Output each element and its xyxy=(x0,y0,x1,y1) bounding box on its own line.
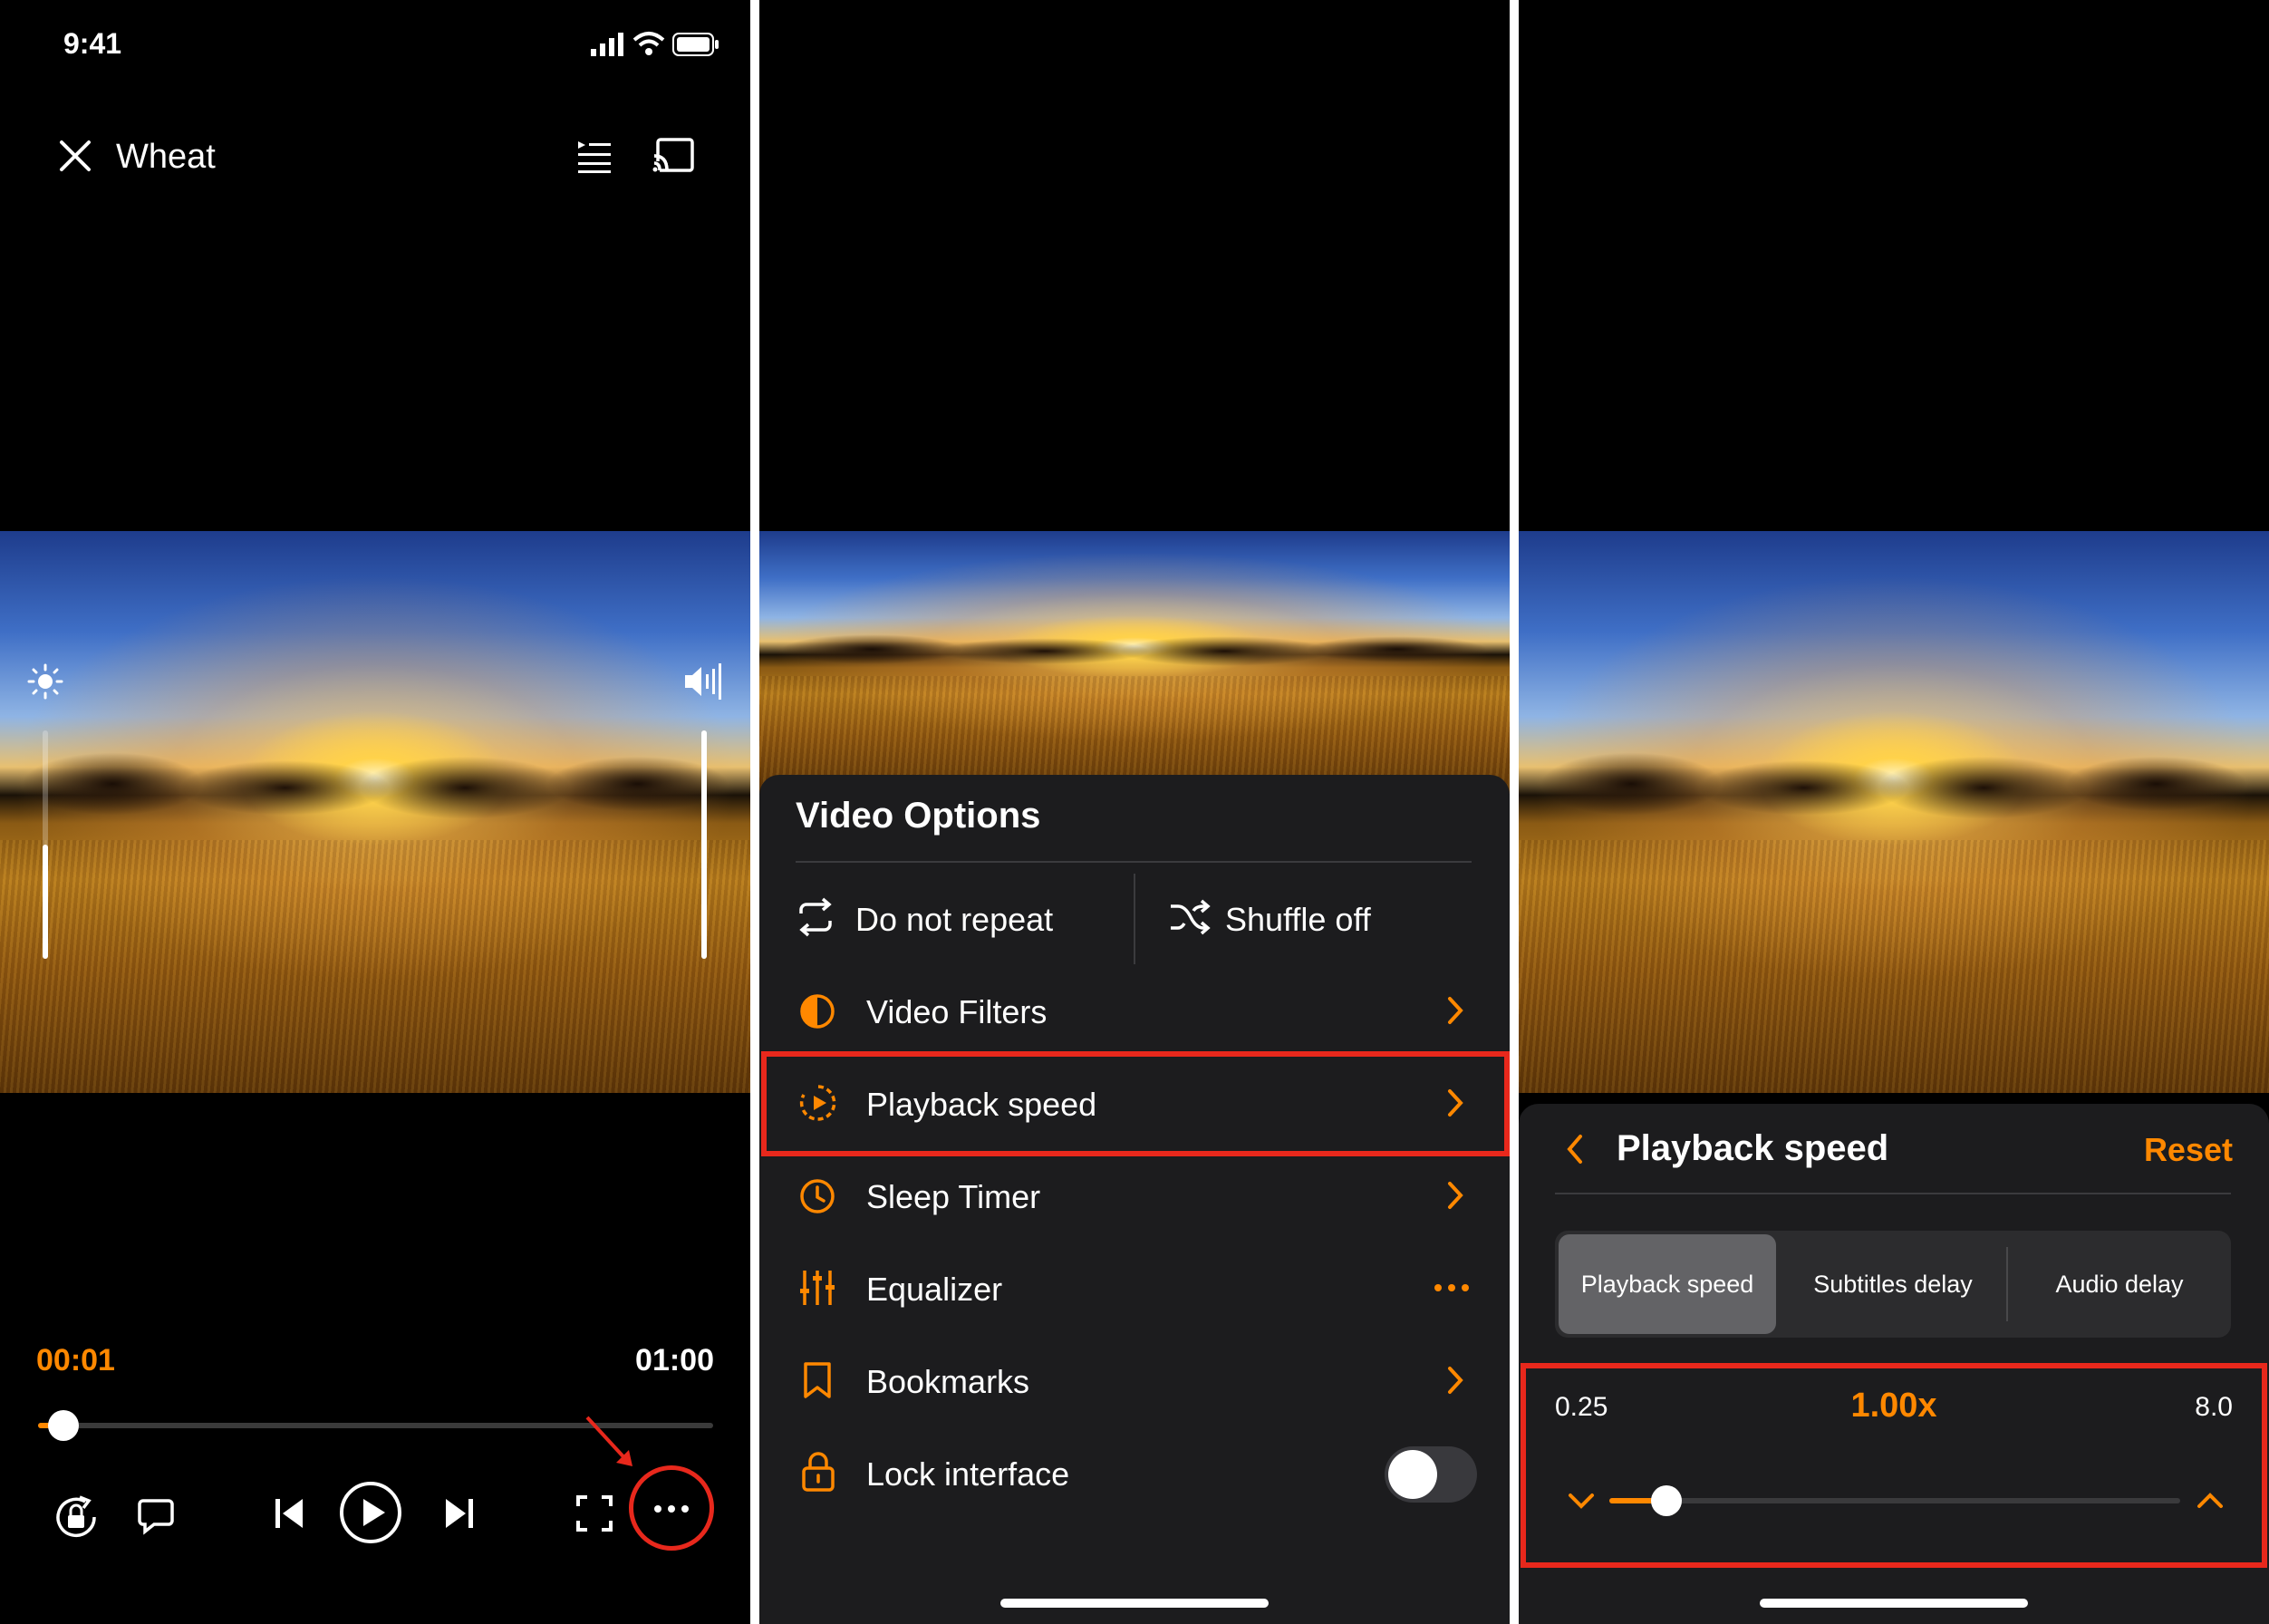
previous-icon[interactable] xyxy=(274,1497,304,1530)
video-frame[interactable] xyxy=(759,531,1510,794)
brightness-slider-fill xyxy=(43,845,48,959)
playback-speed-highlight xyxy=(761,1051,1510,1156)
shuffle-label: Shuffle off xyxy=(1225,901,1371,938)
back-chevron-icon[interactable] xyxy=(1564,1133,1586,1165)
divider xyxy=(796,861,1472,863)
chevron-right-icon xyxy=(1444,995,1466,1026)
playback-speed-screen: Playback speed Reset Playback speed Subt… xyxy=(1519,0,2269,1624)
row-label: Lock interface xyxy=(866,1455,1070,1493)
repeat-label: Do not repeat xyxy=(855,901,1054,938)
tab-audio-delay[interactable]: Audio delay xyxy=(2008,1231,2231,1338)
chevron-right-icon xyxy=(1444,1365,1466,1396)
sleep-timer-icon xyxy=(799,1178,835,1214)
equalizer-row[interactable]: Equalizer xyxy=(759,1242,1510,1334)
fullscreen-icon[interactable] xyxy=(576,1495,613,1532)
repeat-icon xyxy=(796,897,835,937)
subtitles-icon[interactable] xyxy=(138,1497,174,1535)
annotation-arrow xyxy=(584,1414,638,1472)
video-options-screen: Video Options Do not repeat Shuffle off … xyxy=(759,0,1510,1624)
chevron-right-icon xyxy=(1444,1180,1466,1211)
video-filters-row[interactable]: Video Filters xyxy=(759,964,1510,1057)
video-title: Wheat xyxy=(116,138,216,176)
battery-icon xyxy=(672,33,719,56)
repeat-button[interactable]: Do not repeat xyxy=(796,879,1131,961)
play-button[interactable] xyxy=(339,1481,402,1544)
segmented-control: Playback speed Subtitles delay Audio del… xyxy=(1555,1231,2231,1338)
vertical-divider xyxy=(1134,874,1135,964)
filters-icon xyxy=(799,993,835,1030)
speed-highlight xyxy=(1521,1363,2267,1568)
home-indicator xyxy=(1760,1599,2028,1608)
status-time: 9:41 xyxy=(63,27,122,60)
row-label: Bookmarks xyxy=(866,1363,1030,1400)
lock-icon xyxy=(801,1450,835,1492)
lock-interface-toggle[interactable] xyxy=(1385,1446,1477,1503)
row-label: Equalizer xyxy=(866,1271,1003,1308)
seek-thumb[interactable] xyxy=(48,1410,79,1441)
rotation-lock-icon[interactable] xyxy=(53,1494,100,1541)
current-time: 00:01 xyxy=(36,1343,115,1378)
wifi-icon xyxy=(632,31,665,56)
duration: 01:00 xyxy=(635,1343,714,1378)
home-indicator xyxy=(1000,1599,1269,1608)
sleep-timer-row[interactable]: Sleep Timer xyxy=(759,1149,1510,1242)
video-frame[interactable] xyxy=(1519,531,2269,1093)
volume-slider-fill xyxy=(701,730,707,959)
bookmarks-row[interactable]: Bookmarks xyxy=(759,1334,1510,1426)
cellular-signal-icon xyxy=(591,33,627,56)
more-icon[interactable] xyxy=(653,1504,690,1513)
video-frame[interactable] xyxy=(0,531,750,1093)
shuffle-button[interactable]: Shuffle off xyxy=(1169,879,1468,961)
equalizer-icon xyxy=(799,1269,835,1307)
shuffle-icon xyxy=(1169,899,1211,935)
divider xyxy=(1555,1193,2231,1194)
tab-playback-speed[interactable]: Playback speed xyxy=(1559,1234,1776,1334)
close-icon[interactable] xyxy=(58,139,92,173)
playlist-icon[interactable] xyxy=(576,138,613,174)
sheet-title: Video Options xyxy=(796,796,1041,836)
row-label: Sleep Timer xyxy=(866,1178,1041,1215)
tab-subtitles-delay[interactable]: Subtitles delay xyxy=(1780,1231,2006,1338)
toggle-knob xyxy=(1388,1450,1437,1499)
volume-icon xyxy=(683,662,725,701)
player-screen: 9:41 Wheat 00:01 01:00 xyxy=(0,0,750,1624)
bookmark-icon xyxy=(801,1361,834,1399)
brightness-icon xyxy=(27,663,63,700)
reset-button[interactable]: Reset xyxy=(2144,1131,2233,1169)
more-icon xyxy=(1434,1283,1470,1292)
cast-icon[interactable] xyxy=(652,138,694,174)
row-label: Video Filters xyxy=(866,993,1048,1030)
lock-interface-row: Lock interface xyxy=(759,1426,1510,1519)
next-icon[interactable] xyxy=(444,1497,475,1530)
sheet-title: Playback speed xyxy=(1617,1128,1889,1168)
